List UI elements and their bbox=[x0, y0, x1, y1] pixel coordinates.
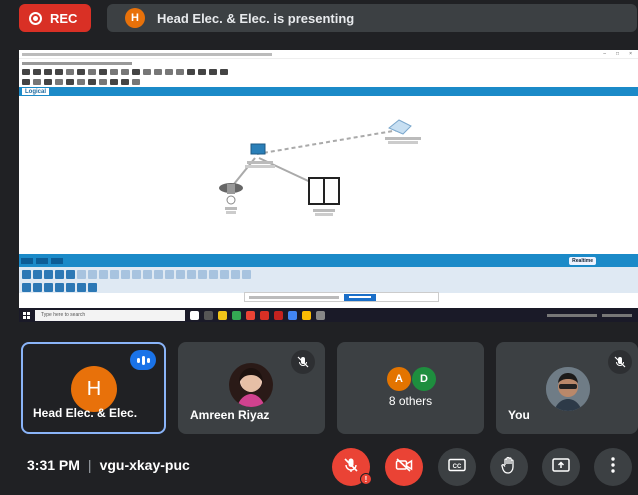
mic-off-icon bbox=[343, 457, 359, 478]
avatar: A bbox=[387, 367, 411, 391]
camera-off-icon bbox=[395, 457, 413, 477]
topology-canvas bbox=[19, 96, 638, 254]
server-label-bar bbox=[311, 208, 337, 217]
captions-icon: CC bbox=[448, 458, 466, 477]
cloud-label-bar bbox=[383, 136, 423, 145]
participant-tile[interactable]: You bbox=[496, 342, 638, 434]
taskbar-app-icon bbox=[218, 310, 227, 320]
presenter-avatar: H bbox=[125, 8, 145, 28]
shared-windows-taskbar: Type here to search bbox=[19, 308, 638, 322]
raise-hand-button[interactable] bbox=[490, 448, 528, 486]
mic-off-icon bbox=[291, 350, 315, 374]
shared-title-text bbox=[22, 52, 272, 56]
taskbar-app-icon bbox=[190, 310, 199, 320]
avatar: D bbox=[412, 367, 436, 391]
ap-label-bar bbox=[223, 206, 239, 215]
shared-menubar bbox=[19, 59, 638, 67]
shared-toolbar-1 bbox=[19, 67, 638, 77]
shared-screen: – □ × Logical Realtime Type here to sear… bbox=[19, 50, 638, 322]
shared-notification-bar bbox=[244, 292, 439, 302]
participant-tiles: H Head Elec. & Elec. Amreen Riyaz A D 8 … bbox=[0, 342, 638, 434]
meeting-info-separator: | bbox=[87, 457, 92, 473]
participant-tile[interactable]: Amreen Riyaz bbox=[178, 342, 325, 434]
taskbar-app-icon bbox=[302, 310, 311, 320]
participant-name: Head Elec. & Elec. bbox=[33, 406, 138, 420]
more-options-button[interactable] bbox=[594, 448, 632, 486]
rec-icon bbox=[29, 11, 42, 25]
participant-tile[interactable]: H Head Elec. & Elec. bbox=[21, 342, 166, 434]
taskbar-tray bbox=[547, 313, 638, 317]
more-options-icon bbox=[611, 456, 615, 478]
presenting-banner: H Head Elec. & Elec. is presenting bbox=[107, 4, 637, 32]
mic-warning-icon: ! bbox=[360, 473, 372, 485]
meeting-code: vgu-xkay-puc bbox=[99, 457, 190, 473]
device-palette bbox=[19, 267, 638, 281]
mic-toggle-button[interactable]: ! bbox=[332, 448, 372, 486]
camera-toggle-button[interactable] bbox=[385, 448, 423, 486]
cloud-device-icon bbox=[388, 119, 412, 135]
taskbar-search: Type here to search bbox=[35, 309, 185, 321]
topology-diagram bbox=[219, 119, 412, 205]
shared-app-titlebar: – □ × bbox=[19, 50, 638, 59]
svg-text:CC: CC bbox=[453, 464, 462, 470]
mic-off-icon bbox=[608, 350, 632, 374]
taskbar-app-icon bbox=[260, 310, 269, 320]
shared-window-controls: – □ × bbox=[603, 51, 632, 57]
shared-toolbar-2 bbox=[19, 77, 638, 87]
meeting-time: 3:31 PM bbox=[27, 457, 80, 473]
speaking-indicator-icon bbox=[130, 350, 156, 370]
taskbar-app-icon bbox=[246, 310, 255, 320]
taskbar-app-icon bbox=[232, 310, 241, 320]
simulation-bar: Realtime bbox=[19, 254, 638, 267]
participant-name: You bbox=[508, 408, 530, 422]
meeting-controls: 3:31 PM | vgu-xkay-puc ! CC bbox=[0, 441, 638, 491]
present-screen-icon bbox=[552, 457, 570, 477]
raise-hand-icon bbox=[501, 456, 517, 479]
participant-tile[interactable]: A D 8 others bbox=[337, 342, 484, 434]
link-switch-cloud bbox=[256, 129, 400, 155]
participant-photo bbox=[546, 367, 590, 411]
taskbar-app-icon bbox=[316, 310, 325, 320]
captions-button[interactable]: CC bbox=[438, 448, 476, 486]
recording-badge[interactable]: REC bbox=[19, 4, 91, 32]
participant-name: 8 others bbox=[388, 394, 433, 408]
switch-label-bar bbox=[245, 160, 275, 169]
meeting-info: 3:31 PM | vgu-xkay-puc bbox=[27, 457, 190, 473]
taskbar-app-icon bbox=[288, 310, 297, 320]
present-screen-button[interactable] bbox=[542, 448, 580, 486]
shared-workspace-tabbar: Logical bbox=[19, 87, 638, 96]
top-bar: REC H Head Elec. & Elec. is presenting bbox=[0, 0, 638, 40]
participant-name: Amreen Riyaz bbox=[190, 408, 270, 422]
taskbar-app-icon bbox=[274, 310, 283, 320]
rec-label: REC bbox=[50, 10, 78, 26]
windows-start-icon bbox=[23, 311, 30, 319]
tab-logical: Logical bbox=[22, 88, 50, 95]
presenting-text: Head Elec. & Elec. is presenting bbox=[157, 10, 355, 26]
taskbar-app-icon bbox=[204, 310, 213, 320]
notification-action-button bbox=[344, 293, 376, 301]
switch-icon bbox=[250, 143, 266, 155]
participant-photo bbox=[229, 363, 273, 407]
realtime-mode-label[interactable]: Realtime bbox=[569, 256, 596, 265]
